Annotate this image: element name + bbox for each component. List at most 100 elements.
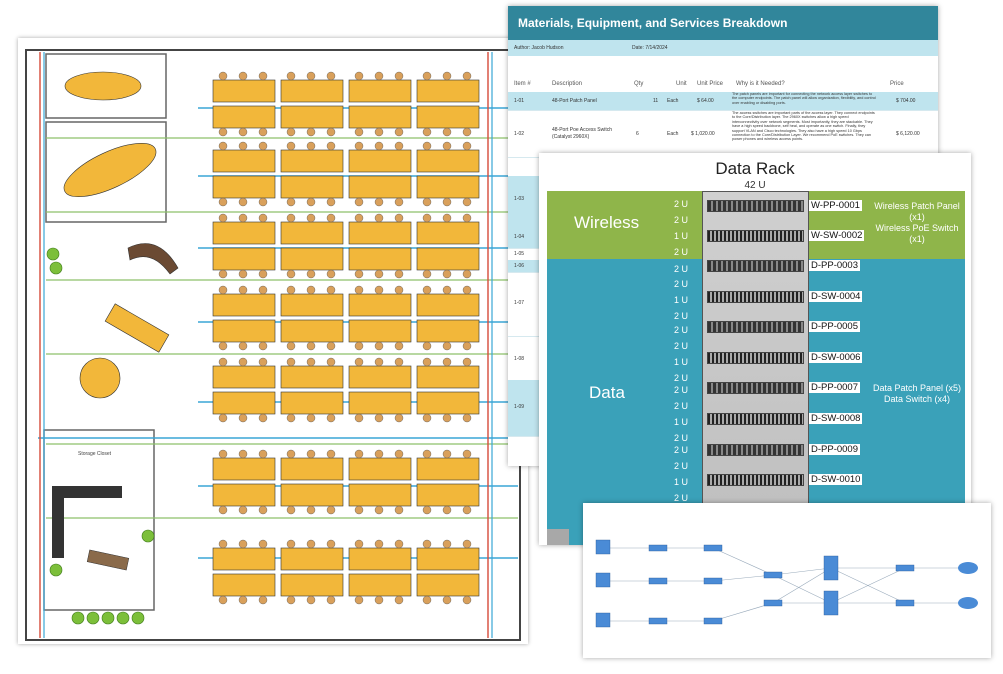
wireless-summary: Wireless Patch Panel (x1) Wireless PoE S… bbox=[865, 201, 969, 245]
chair bbox=[286, 141, 296, 151]
chair bbox=[286, 213, 296, 223]
desk-cluster bbox=[348, 221, 412, 245]
switch-device bbox=[707, 291, 804, 303]
plant bbox=[71, 611, 85, 625]
patch-panel-device bbox=[707, 382, 804, 394]
desk-cluster bbox=[416, 175, 480, 199]
chair bbox=[442, 213, 452, 223]
round-table bbox=[79, 357, 121, 399]
chair bbox=[394, 449, 404, 459]
table-row: 1-02 48-Port Poe Access Switch (Catalyst… bbox=[508, 111, 938, 158]
rack-device-label: D-SW-0006 bbox=[809, 352, 863, 363]
chair bbox=[422, 285, 432, 295]
desk-cluster bbox=[348, 391, 412, 415]
data-rack-diagram: Data Rack 42 U Wireless Data Wireless Pa… bbox=[539, 153, 971, 545]
chair bbox=[286, 505, 296, 515]
cloud-icon bbox=[958, 597, 978, 609]
patch-panel-device bbox=[707, 321, 804, 333]
table-row: 1-01 48-Port Patch Panel 11 Each $ 64.00… bbox=[508, 92, 938, 111]
chair bbox=[286, 449, 296, 459]
chair bbox=[218, 213, 228, 223]
chair bbox=[238, 71, 248, 81]
chair bbox=[286, 357, 296, 367]
chair bbox=[306, 539, 316, 549]
endpoint-icon bbox=[595, 572, 611, 588]
plant bbox=[131, 611, 145, 625]
rack-unit-label: 2 U bbox=[673, 264, 688, 274]
desk-cluster bbox=[348, 247, 412, 271]
chair bbox=[462, 269, 472, 279]
chair bbox=[354, 127, 364, 137]
desk-cluster bbox=[212, 573, 276, 597]
row-item: 1-09 bbox=[514, 404, 525, 410]
desk-cluster bbox=[212, 365, 276, 389]
row-item: 1-03 bbox=[514, 196, 525, 202]
desk-cluster bbox=[348, 319, 412, 343]
chair bbox=[258, 269, 268, 279]
desk-cluster bbox=[212, 221, 276, 245]
desk-cluster bbox=[280, 293, 344, 317]
chair bbox=[238, 413, 248, 423]
chair bbox=[326, 341, 336, 351]
network-device-icon bbox=[703, 577, 723, 585]
chair bbox=[422, 213, 432, 223]
chair bbox=[374, 595, 384, 605]
desk-cluster bbox=[348, 175, 412, 199]
chair bbox=[354, 341, 364, 351]
desk-cluster bbox=[280, 365, 344, 389]
desk-cluster bbox=[348, 79, 412, 103]
office-label: Storage Closet bbox=[78, 451, 112, 457]
row-item: 1-04 bbox=[514, 234, 525, 240]
chair bbox=[354, 213, 364, 223]
chair bbox=[238, 449, 248, 459]
chair bbox=[374, 269, 384, 279]
patch-panel-device bbox=[707, 444, 804, 456]
chair bbox=[374, 71, 384, 81]
row-item: 1-06 bbox=[514, 263, 525, 269]
chair bbox=[422, 127, 432, 137]
plant bbox=[49, 261, 63, 275]
desk-cluster bbox=[348, 483, 412, 507]
sheet-author: Author: Jacob Hudson bbox=[514, 45, 564, 51]
chair bbox=[442, 357, 452, 367]
desk-cluster bbox=[212, 293, 276, 317]
chair bbox=[462, 505, 472, 515]
switch-device bbox=[707, 474, 804, 486]
chair bbox=[286, 127, 296, 137]
desk-cluster bbox=[280, 105, 344, 129]
rack-unit-label: 2 U bbox=[673, 341, 688, 351]
chair bbox=[422, 595, 432, 605]
desk-cluster bbox=[416, 365, 480, 389]
chair bbox=[442, 127, 452, 137]
chair bbox=[326, 71, 336, 81]
chair bbox=[354, 71, 364, 81]
rack-unit-label: 2 U bbox=[673, 445, 688, 455]
summary-line: (x1) bbox=[909, 234, 925, 244]
desk-cluster bbox=[416, 391, 480, 415]
summary-line: Data Patch Panel (x5) bbox=[872, 383, 962, 393]
office-desk bbox=[52, 486, 122, 558]
desk-cluster bbox=[212, 175, 276, 199]
rack-unit-label: 1 U bbox=[673, 357, 688, 367]
server-icon bbox=[823, 590, 839, 616]
chair bbox=[306, 141, 316, 151]
chair bbox=[306, 127, 316, 137]
chair bbox=[238, 269, 248, 279]
desk-cluster bbox=[280, 457, 344, 481]
row-qty: 11 bbox=[653, 98, 659, 104]
desk-cluster bbox=[212, 457, 276, 481]
rack-device-label: W-PP-0001 bbox=[809, 200, 862, 211]
network-device-icon bbox=[895, 564, 915, 572]
rack-unit-label: 2 U bbox=[673, 247, 688, 257]
chair bbox=[422, 341, 432, 351]
row-price: $ 704.00 bbox=[896, 98, 916, 104]
rack-unit-label: 2 U bbox=[673, 401, 688, 411]
col-unit: Unit bbox=[676, 81, 687, 87]
chair bbox=[326, 269, 336, 279]
chair bbox=[286, 71, 296, 81]
rack-unit-label: 1 U bbox=[673, 295, 688, 305]
group-wireless-label: Wireless bbox=[574, 213, 640, 232]
desk-cluster bbox=[212, 149, 276, 173]
chair bbox=[422, 269, 432, 279]
chair bbox=[422, 71, 432, 81]
